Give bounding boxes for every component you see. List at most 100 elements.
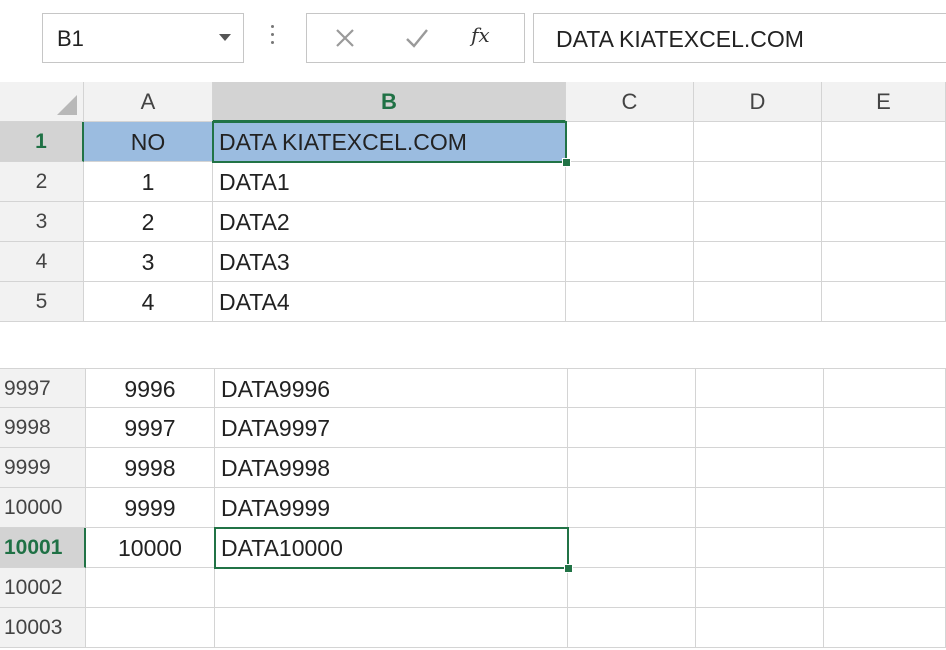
cell-d5[interactable]	[694, 282, 822, 322]
cell-c3[interactable]	[566, 202, 694, 242]
row-header[interactable]: 9997	[0, 368, 86, 408]
cell-b10002[interactable]	[215, 568, 568, 608]
cell-b1[interactable]: DATA KIATEXCEL.COM	[213, 122, 566, 162]
table-row: 10003	[0, 608, 946, 648]
cell-c10002[interactable]	[568, 568, 696, 608]
row-header[interactable]: 10001	[0, 528, 86, 568]
table-row: 9997 9996 DATA9996	[0, 368, 946, 408]
formula-content[interactable]: DATA KIATEXCEL.COM	[556, 26, 804, 53]
table-row: 10001 10000 DATA10000	[0, 528, 946, 568]
checkmark-icon[interactable]	[401, 22, 433, 54]
cell-d9997[interactable]	[696, 368, 824, 408]
cancel-icon[interactable]	[329, 22, 361, 54]
cell-a9998[interactable]: 9997	[86, 408, 215, 448]
cell-e10000[interactable]	[824, 488, 946, 528]
cell-e9998[interactable]	[824, 408, 946, 448]
cell-b10001[interactable]: DATA10000	[215, 528, 568, 568]
cell-c4[interactable]	[566, 242, 694, 282]
formula-input[interactable]: DATA KIATEXCEL.COM	[533, 13, 946, 63]
more-options-icon[interactable]	[270, 25, 276, 51]
column-header-row: A B C D E	[0, 82, 946, 122]
table-row: 2 1 DATA1	[0, 162, 946, 202]
cell-c10001[interactable]	[568, 528, 696, 568]
row-header[interactable]: 3	[0, 202, 84, 242]
name-box-value[interactable]: B1	[57, 26, 84, 52]
cell-a9997[interactable]: 9996	[86, 368, 215, 408]
cell-a10003[interactable]	[86, 608, 215, 648]
cell-b9997[interactable]: DATA9996	[215, 368, 568, 408]
row-header[interactable]: 10003	[0, 608, 86, 648]
cell-a1[interactable]: NO	[84, 122, 213, 162]
cell-a4[interactable]: 3	[84, 242, 213, 282]
cell-a10001[interactable]: 10000	[86, 528, 215, 568]
cell-a9999[interactable]: 9998	[86, 448, 215, 488]
formula-toolbar: B1 fx DATA KIATEXCEL.COM	[0, 0, 946, 82]
cell-b5[interactable]: DATA4	[213, 282, 566, 322]
cell-d3[interactable]	[694, 202, 822, 242]
row-header[interactable]: 10000	[0, 488, 86, 528]
cell-a3[interactable]: 2	[84, 202, 213, 242]
name-box[interactable]: B1	[42, 13, 244, 63]
cell-c2[interactable]	[566, 162, 694, 202]
cell-c9999[interactable]	[568, 448, 696, 488]
row-header[interactable]: 10002	[0, 568, 86, 608]
chevron-down-icon[interactable]	[219, 34, 231, 41]
cell-e5[interactable]	[822, 282, 946, 322]
row-header[interactable]: 9999	[0, 448, 86, 488]
cell-e3[interactable]	[822, 202, 946, 242]
cell-d10002[interactable]	[696, 568, 824, 608]
cell-e1[interactable]	[822, 122, 946, 162]
cell-e9997[interactable]	[824, 368, 946, 408]
cell-e10001[interactable]	[824, 528, 946, 568]
cell-a2[interactable]: 1	[84, 162, 213, 202]
formula-buttons: fx	[306, 13, 525, 63]
cell-e9999[interactable]	[824, 448, 946, 488]
column-header-c[interactable]: C	[566, 82, 694, 122]
fill-handle[interactable]	[564, 564, 573, 573]
row-header[interactable]: 1	[0, 122, 84, 162]
cell-d2[interactable]	[694, 162, 822, 202]
cell-c5[interactable]	[566, 282, 694, 322]
cell-e4[interactable]	[822, 242, 946, 282]
column-header-b[interactable]: B	[213, 82, 566, 122]
cell-d1[interactable]	[694, 122, 822, 162]
cell-d9999[interactable]	[696, 448, 824, 488]
cell-c10003[interactable]	[568, 608, 696, 648]
cell-e10003[interactable]	[824, 608, 946, 648]
cell-d10003[interactable]	[696, 608, 824, 648]
column-header-d[interactable]: D	[694, 82, 822, 122]
cell-b2[interactable]: DATA1	[213, 162, 566, 202]
cell-c9998[interactable]	[568, 408, 696, 448]
row-header[interactable]: 4	[0, 242, 84, 282]
insert-function-icon[interactable]: fx	[471, 23, 503, 55]
cell-d10001[interactable]	[696, 528, 824, 568]
row-header[interactable]: 5	[0, 282, 84, 322]
cell-d9998[interactable]	[696, 408, 824, 448]
row-header[interactable]: 2	[0, 162, 84, 202]
fill-handle[interactable]	[562, 158, 571, 167]
cell-a10002[interactable]	[86, 568, 215, 608]
skipped-rows-gap	[0, 326, 946, 368]
table-row: 4 3 DATA3	[0, 242, 946, 282]
cell-d4[interactable]	[694, 242, 822, 282]
cell-d10000[interactable]	[696, 488, 824, 528]
cell-b10000[interactable]: DATA9999	[215, 488, 568, 528]
cell-b9998[interactable]: DATA9997	[215, 408, 568, 448]
select-all-corner[interactable]	[0, 82, 84, 122]
cell-b9999[interactable]: DATA9998	[215, 448, 568, 488]
table-row: 10000 9999 DATA9999	[0, 488, 946, 528]
cell-e2[interactable]	[822, 162, 946, 202]
cell-b10003[interactable]	[215, 608, 568, 648]
column-header-e[interactable]: E	[822, 82, 946, 122]
cell-a5[interactable]: 4	[84, 282, 213, 322]
cell-c9997[interactable]	[568, 368, 696, 408]
cell-c1[interactable]	[566, 122, 694, 162]
row-header[interactable]: 9998	[0, 408, 86, 448]
cell-c10000[interactable]	[568, 488, 696, 528]
column-header-a[interactable]: A	[84, 82, 213, 122]
cell-e10002[interactable]	[824, 568, 946, 608]
cell-a10000[interactable]: 9999	[86, 488, 215, 528]
cell-b3[interactable]: DATA2	[213, 202, 566, 242]
table-row: 5 4 DATA4	[0, 282, 946, 322]
cell-b4[interactable]: DATA3	[213, 242, 566, 282]
